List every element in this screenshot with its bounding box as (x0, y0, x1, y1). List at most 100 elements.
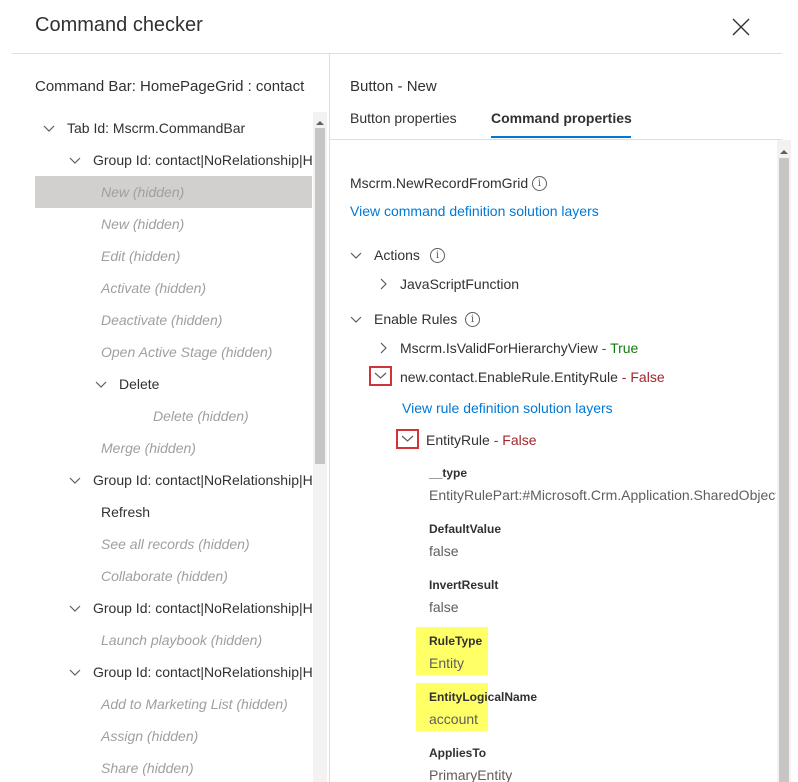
active-tab-indicator (491, 136, 631, 138)
chevron-down-icon (350, 252, 362, 259)
tree-group-item[interactable]: Group Id: contact|NoRelationship|HomePag… (35, 144, 312, 176)
command-tree: Tab Id: Mscrm.CommandBar Group Id: contac… (35, 112, 312, 782)
tree-command-item[interactable]: Refresh (35, 496, 312, 528)
chevron-down-icon (350, 316, 362, 323)
view-rule-layers-link[interactable]: View rule definition solution layers (402, 400, 613, 416)
rule2-chevron[interactable] (369, 366, 392, 386)
rule2-row[interactable]: new.contact.EnableRule.EntityRule - Fals… (400, 369, 665, 385)
tree-item-label: Deactivate (hidden) (101, 312, 223, 328)
command-name: Mscrm.NewRecordFromGrid (350, 175, 529, 191)
tabs-divider (330, 139, 782, 140)
info-icon[interactable]: i (430, 248, 445, 263)
tree-command-item[interactable]: Merge (hidden) (35, 432, 312, 464)
property-label: AppliesTo (429, 746, 487, 760)
entity-rule-result: False (502, 432, 537, 448)
info-icon[interactable]: i (532, 176, 547, 191)
tree-command-item[interactable]: See all records (hidden) (35, 528, 312, 560)
tree-group-item[interactable]: Tab Id: Mscrm.CommandBar (35, 112, 312, 144)
close-icon (732, 18, 750, 36)
tree-item-label: Activate (hidden) (101, 280, 207, 296)
rule2-name: new.contact.EnableRule.EntityRule (400, 369, 618, 385)
actions-label: Actions (374, 247, 420, 263)
enable-rules-chevron[interactable] (350, 312, 362, 330)
view-command-layers-link[interactable]: View command definition solution layers (350, 203, 599, 219)
dialog-title: Command checker (35, 14, 203, 36)
tree-command-item[interactable]: Add to Marketing List (hidden) (35, 688, 312, 720)
tree-command-item[interactable]: Delete (35, 368, 312, 400)
property-value: PrimaryEntity (429, 767, 513, 782)
tree-command-item[interactable]: Launch playbook (hidden) (35, 624, 312, 656)
rule1-row[interactable]: Mscrm.IsValidForHierarchyView - True (400, 340, 638, 356)
property-value: Entity (429, 655, 465, 671)
property-list: __type EntityRulePart:#Microsoft.Crm.Appl… (330, 455, 776, 782)
scroll-up-arrow-icon[interactable] (779, 144, 789, 154)
chevron-right-icon (380, 342, 387, 354)
chevron-right-icon (380, 278, 387, 290)
entity-rule-sep: - (489, 432, 503, 448)
actions-chevron[interactable] (350, 248, 362, 266)
tree-item-label: Delete (119, 376, 160, 392)
rule1-chevron[interactable] (377, 341, 389, 359)
scroll-up-arrow-icon[interactable] (315, 115, 325, 125)
tree-command-item[interactable]: Share (hidden) (35, 752, 312, 782)
rule1-sep: - (597, 340, 611, 356)
rule2-result: False (630, 369, 665, 385)
action-item-chevron[interactable] (377, 277, 389, 295)
action-item-label[interactable]: JavaScriptFunction (400, 276, 519, 292)
chevron-down-icon[interactable] (95, 368, 107, 400)
enable-rules-label: Enable Rules (374, 311, 458, 327)
property-label: __type (429, 466, 468, 480)
tree-command-item[interactable]: New (hidden) (35, 176, 312, 208)
chevron-down-icon[interactable] (69, 592, 81, 624)
tree-item-label: Tab Id: Mscrm.CommandBar (67, 120, 246, 136)
left-scrollbar-thumb[interactable] (315, 128, 325, 464)
tree-command-item[interactable]: New (hidden) (35, 208, 312, 240)
tree-item-label: Share (hidden) (101, 760, 194, 776)
tree-item-label: Group Id: contact|NoRelationship|HomePag… (93, 472, 312, 488)
tree-command-item[interactable]: Edit (hidden) (35, 240, 312, 272)
property-value: account (429, 711, 479, 727)
tab-button-properties[interactable]: Button properties (350, 110, 457, 138)
property-value: false (429, 543, 459, 559)
tree-command-item[interactable]: Open Active Stage (hidden) (35, 336, 312, 368)
right-scrollbar-thumb[interactable] (779, 158, 789, 782)
tree-item-label: New (hidden) (101, 216, 185, 232)
info-icon[interactable]: i (465, 312, 480, 327)
tree-item-label: Assign (hidden) (101, 728, 199, 744)
tree-command-item[interactable]: Activate (hidden) (35, 272, 312, 304)
tree-command-item[interactable]: Collaborate (hidden) (35, 560, 312, 592)
tree-group-item[interactable]: Group Id: contact|NoRelationship|HomePag… (35, 656, 312, 688)
tree-item-label: Delete (hidden) (153, 408, 249, 424)
property-label: EntityLogicalName (429, 690, 538, 704)
chevron-down-icon[interactable] (69, 144, 81, 176)
tree-command-item[interactable]: Delete (hidden) (35, 400, 312, 432)
tab-command-properties[interactable]: Command properties (491, 110, 632, 138)
tree-command-item[interactable]: Assign (hidden) (35, 720, 312, 752)
property-label: InvertResult (429, 578, 499, 592)
chevron-down-icon (401, 435, 414, 442)
chevron-down-icon[interactable] (69, 656, 81, 688)
tree-command-item[interactable]: Deactivate (hidden) (35, 304, 312, 336)
tree-item-label: See all records (hidden) (101, 536, 250, 552)
tree-item-label: Edit (hidden) (101, 248, 181, 264)
command-bar-title: Command Bar: HomePageGrid : contact (35, 78, 305, 95)
tree-item-label: New (hidden) (101, 184, 185, 200)
button-title: Button - New (350, 78, 437, 95)
tree-group-item[interactable]: Group Id: contact|NoRelationship|HomePag… (35, 464, 312, 496)
entity-rule-chevron[interactable] (396, 429, 419, 449)
tree-item-label: Refresh (101, 504, 151, 520)
entity-rule-row[interactable]: EntityRule - False (426, 432, 537, 448)
rule2-sep: - (617, 369, 631, 385)
tree-item-label: Collaborate (hidden) (101, 568, 228, 584)
tree-item-label: Add to Marketing List (hidden) (101, 696, 288, 712)
close-button[interactable] (731, 17, 751, 37)
chevron-down-icon[interactable] (69, 464, 81, 496)
property-label: RuleType (429, 634, 483, 648)
rule1-result: True (610, 340, 639, 356)
tree-item-label: Launch playbook (hidden) (101, 632, 263, 648)
chevron-down-icon[interactable] (43, 112, 55, 144)
tree-item-label: Group Id: contact|NoRelationship|HomePag… (93, 664, 312, 680)
property-value: false (429, 599, 459, 615)
tree-group-item[interactable]: Group Id: contact|NoRelationship|HomePag… (35, 592, 312, 624)
chevron-down-icon (374, 372, 387, 379)
